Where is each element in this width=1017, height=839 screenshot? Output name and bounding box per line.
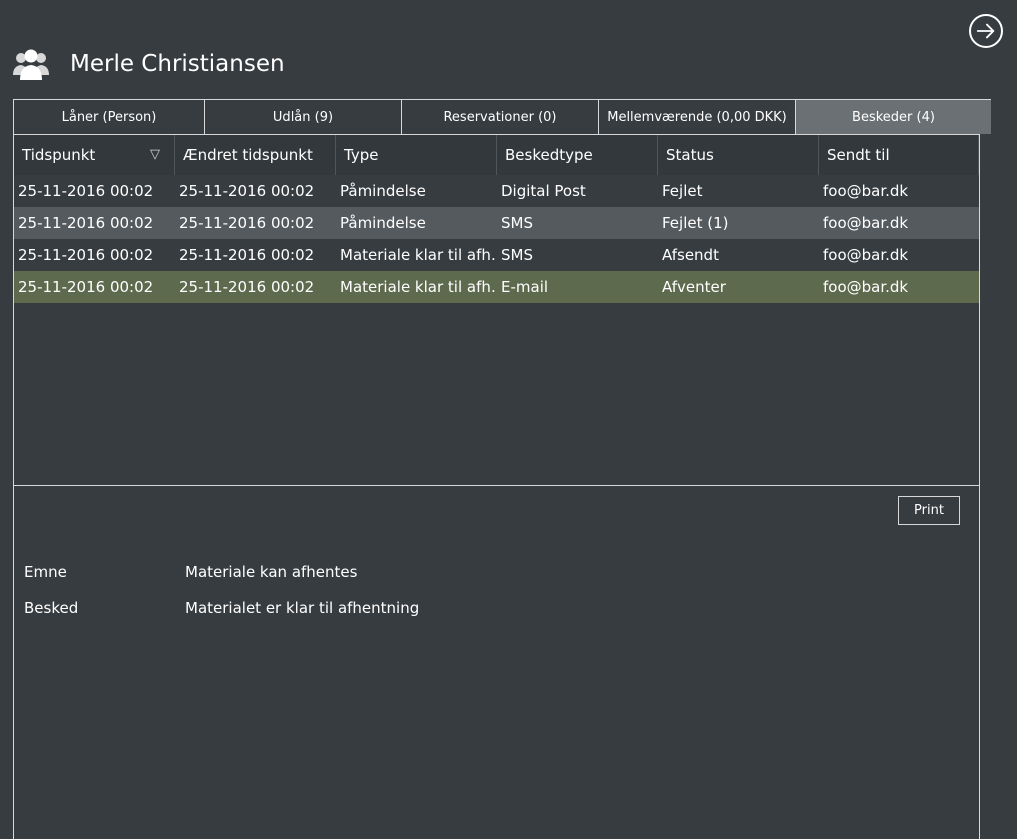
- cell-type: Materiale klar til afh…: [340, 246, 497, 264]
- cell-message-type: Digital Post: [501, 182, 586, 200]
- column-header-status[interactable]: Status: [658, 135, 819, 175]
- cell-time: 25-11-2016 00:02: [18, 246, 154, 264]
- page-title: Merle Christiansen: [70, 51, 285, 77]
- cell-message-type: E-mail: [501, 278, 549, 296]
- cell-status: Afventer: [662, 278, 726, 296]
- column-header-time[interactable]: Tidspunkt ▽: [14, 135, 175, 175]
- cell-changed-time: 25-11-2016 00:02: [179, 246, 315, 264]
- table-row-selected[interactable]: 25-11-2016 00:02 25-11-2016 00:02 Materi…: [14, 271, 979, 303]
- grid-header: Tidspunkt ▽ Ændret tidspunkt Type Besked…: [14, 135, 979, 175]
- subject-label: Emne: [24, 563, 67, 581]
- table-row[interactable]: 25-11-2016 00:02 25-11-2016 00:02 Materi…: [14, 239, 979, 271]
- tab-borrower[interactable]: Låner (Person): [13, 100, 205, 134]
- table-row[interactable]: 25-11-2016 00:02 25-11-2016 00:02 Påmind…: [14, 175, 979, 207]
- cell-time: 25-11-2016 00:02: [18, 214, 154, 232]
- tab-balance[interactable]: Mellemværende (0,00 DKK): [599, 100, 796, 134]
- arrow-right-circle-icon: [976, 23, 995, 39]
- cell-status: Fejlet: [662, 182, 703, 200]
- cell-changed-time: 25-11-2016 00:02: [179, 214, 315, 232]
- cell-status: Fejlet (1): [662, 214, 729, 232]
- column-header-type[interactable]: Type: [336, 135, 497, 175]
- message-value: Materialet er klar til afhentning: [185, 599, 420, 617]
- column-header-label: Tidspunkt: [22, 146, 96, 164]
- tab-reservations[interactable]: Reservationer (0): [402, 100, 599, 134]
- tab-messages[interactable]: Beskeder (4): [796, 100, 991, 134]
- users-icon: [12, 47, 50, 81]
- column-header-changed-time[interactable]: Ændret tidspunkt: [175, 135, 336, 175]
- cell-sent-to: foo@bar.dk: [823, 246, 909, 264]
- page-header: Merle Christiansen: [12, 44, 285, 84]
- tab-bar: Låner (Person) Udlån (9) Reservationer (…: [13, 99, 991, 134]
- app-root: Merle Christiansen Låner (Person) Udlån …: [0, 0, 1017, 839]
- sort-descending-icon: ▽: [150, 147, 160, 162]
- messages-panel: Tidspunkt ▽ Ændret tidspunkt Type Besked…: [13, 134, 980, 839]
- cell-message-type: SMS: [501, 246, 533, 264]
- cell-type: Påmindelse: [340, 214, 426, 232]
- cell-changed-time: 25-11-2016 00:02: [179, 278, 315, 296]
- table-row[interactable]: 25-11-2016 00:02 25-11-2016 00:02 Påmind…: [14, 207, 979, 239]
- grid-detail-divider: [14, 485, 979, 486]
- cell-message-type: SMS: [501, 214, 533, 232]
- cell-sent-to: foo@bar.dk: [823, 278, 909, 296]
- cell-type: Materiale klar til afh…: [340, 278, 497, 296]
- column-header-message-type[interactable]: Beskedtype: [497, 135, 658, 175]
- cell-sent-to: foo@bar.dk: [823, 182, 909, 200]
- tab-loans[interactable]: Udlån (9): [205, 100, 402, 134]
- cell-sent-to: foo@bar.dk: [823, 214, 909, 232]
- cell-time: 25-11-2016 00:02: [18, 278, 154, 296]
- cell-changed-time: 25-11-2016 00:02: [179, 182, 315, 200]
- column-header-sent-to[interactable]: Sendt til: [819, 135, 979, 175]
- exit-button[interactable]: [969, 14, 1003, 48]
- messages-grid: Tidspunkt ▽ Ændret tidspunkt Type Besked…: [14, 135, 979, 485]
- message-label: Besked: [24, 599, 79, 617]
- subject-value: Materiale kan afhentes: [185, 563, 358, 581]
- cell-time: 25-11-2016 00:02: [18, 182, 154, 200]
- cell-type: Påmindelse: [340, 182, 426, 200]
- cell-status: Afsendt: [662, 246, 719, 264]
- print-button[interactable]: Print: [898, 496, 960, 525]
